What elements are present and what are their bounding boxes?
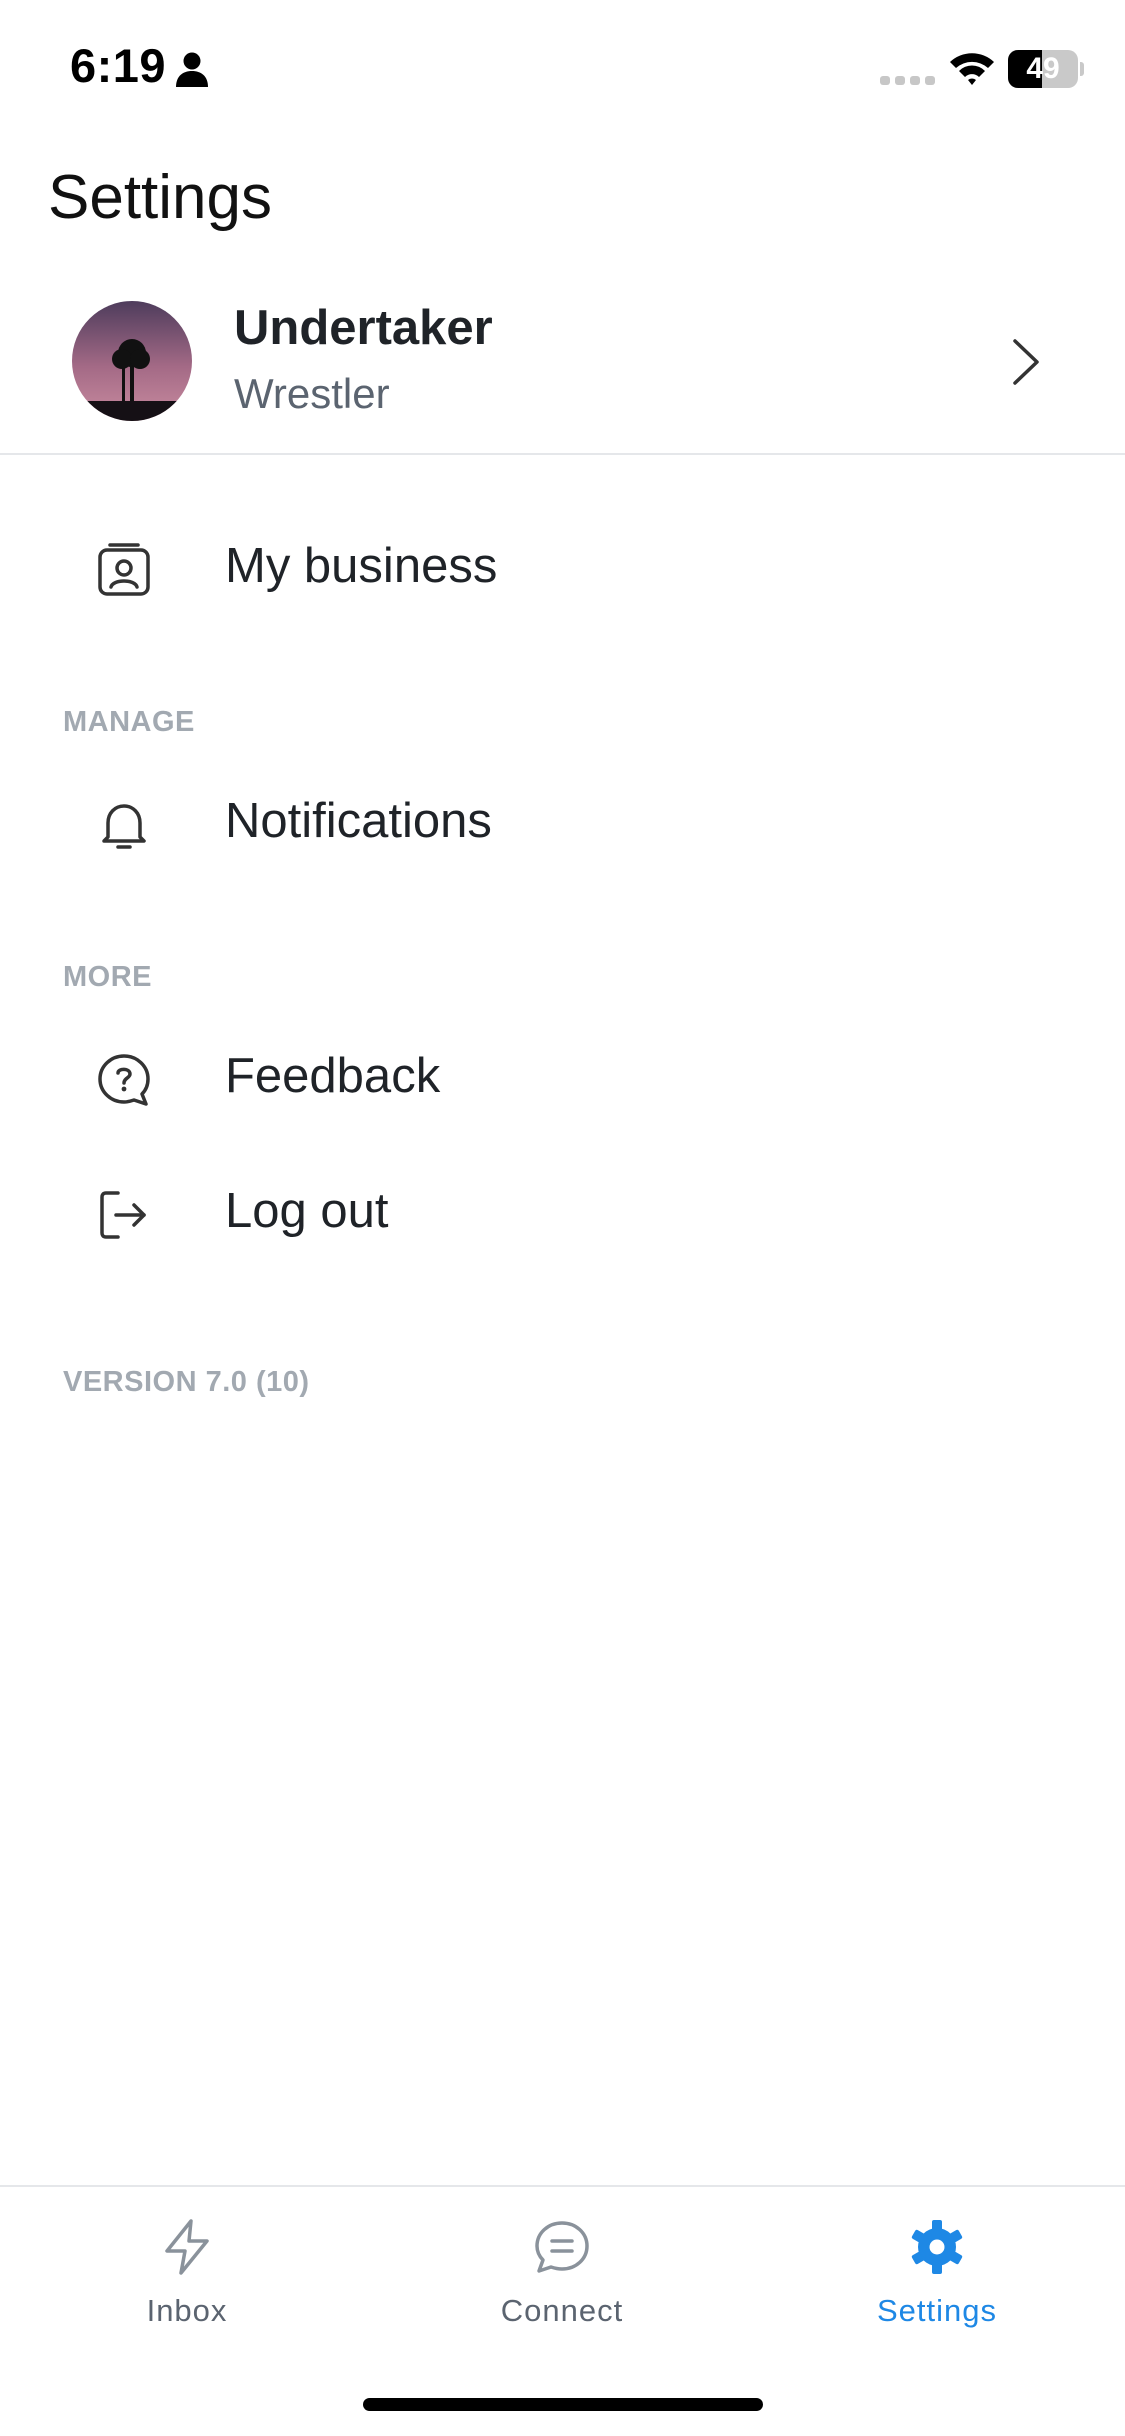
avatar (72, 301, 192, 421)
battery-percent: 49 (1026, 52, 1060, 85)
person-icon (176, 52, 208, 87)
lightning-icon (165, 2219, 209, 2275)
menu-item-feedback[interactable] (0, 1025, 1125, 1135)
tab-label-inbox: Inbox (146, 2293, 228, 2328)
profile-divider (0, 453, 1125, 455)
status-time: 6:19 (70, 39, 167, 92)
battery-icon: 49 (1008, 50, 1084, 88)
menu-label-feedback: Feedback (225, 1049, 441, 1103)
chevron-right-icon[interactable] (1010, 337, 1042, 387)
tab-connect[interactable]: Connect (412, 2187, 712, 2347)
contact-card-icon (98, 543, 150, 596)
home-indicator (363, 2398, 763, 2411)
tab-label-connect: Connect (500, 2293, 624, 2328)
tab-inbox[interactable]: Inbox (37, 2187, 337, 2347)
bell-icon (102, 804, 146, 849)
tab-label-settings: Settings (876, 2293, 997, 2328)
page-title: Settings (48, 163, 273, 232)
menu-item-logout[interactable] (0, 1160, 1125, 1270)
tab-settings[interactable]: Settings (787, 2187, 1087, 2347)
menu-item-my-business[interactable] (0, 515, 1125, 625)
section-header-more: MORE (63, 961, 152, 993)
logout-icon (100, 1191, 146, 1239)
menu-item-notifications[interactable] (0, 770, 1125, 880)
menu-label-notifications: Notifications (225, 794, 492, 848)
profile-role: Wrestler (234, 370, 390, 417)
menu-label-my-business: My business (225, 539, 498, 593)
version-label: VERSION 7.0 (10) (63, 1366, 310, 1398)
gear-icon (911, 2220, 963, 2274)
profile-name: Undertaker (234, 301, 493, 355)
section-header-manage: MANAGE (63, 706, 195, 738)
chat-icon (535, 2221, 589, 2273)
cellular-signal-icon (880, 76, 935, 85)
menu-label-logout: Log out (225, 1184, 389, 1238)
help-bubble-icon (98, 1054, 150, 1106)
wifi-icon (950, 53, 994, 85)
